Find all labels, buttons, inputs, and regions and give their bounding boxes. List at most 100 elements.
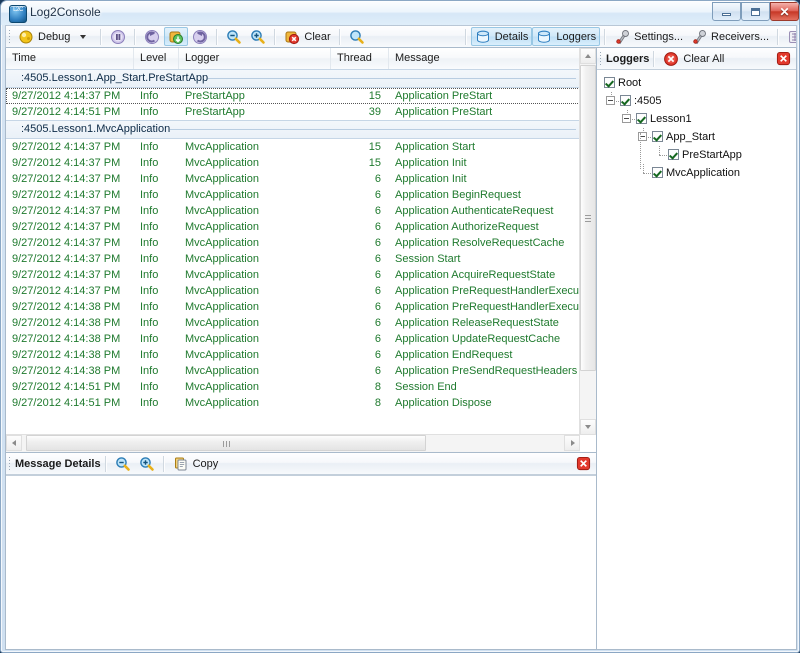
tree-node-checkbox[interactable] (620, 95, 631, 106)
pause-button[interactable] (106, 27, 130, 46)
minimize-button[interactable] (712, 2, 741, 21)
column-header-level[interactable]: Level (134, 48, 179, 69)
loggers-toggle[interactable]: Loggers (532, 27, 601, 46)
tree-node-lesson1[interactable]: Lesson1 (600, 110, 796, 128)
column-header-thread[interactable]: Thread (331, 48, 389, 69)
clear-all-button[interactable]: Clear All (659, 49, 728, 68)
toolbar-grip[interactable] (8, 29, 11, 44)
cell-thread: 6 (374, 333, 381, 345)
tools-button[interactable] (783, 27, 796, 46)
table-row[interactable]: 9/27/2012 4:14:37 PM Info MvcApplication 6 A… (6, 267, 582, 283)
tree-collapse-icon[interactable] (622, 114, 631, 123)
tree-node-app-start[interactable]: App_Start (600, 128, 796, 146)
h-scroll-thumb-grip (222, 441, 230, 447)
tree-node-root[interactable]: Root (600, 74, 796, 92)
close-loggers-button[interactable] (776, 51, 791, 66)
back-button[interactable] (140, 27, 164, 46)
table-row[interactable]: 9/27/2012 4:14:38 PM Info MvcApplication 6 A… (6, 315, 582, 331)
log-level-selector[interactable]: Debug (14, 27, 96, 46)
settings-button[interactable]: Settings... (610, 27, 687, 46)
loggers-tree[interactable]: Root:4505 Lesson1 App_Start PreStartApp MvcA… (597, 70, 796, 649)
details-copy-button[interactable]: Copy (169, 454, 223, 473)
close-details-button[interactable] (576, 456, 591, 471)
column-header-message[interactable]: Message (389, 48, 582, 69)
receivers-button[interactable]: Receivers... (687, 27, 773, 46)
chevron-up-icon (585, 54, 591, 58)
message-details-content[interactable] (6, 475, 596, 649)
toolbar-separator (464, 28, 467, 45)
table-row[interactable]: 9/27/2012 4:14:37 PM Info MvcApplication 15… (6, 155, 582, 171)
table-row[interactable]: 9/27/2012 4:14:37 PM Info MvcApplication 6 A… (6, 171, 582, 187)
zoom-in-button[interactable] (246, 27, 270, 46)
table-row[interactable]: 9/27/2012 4:14:37 PM Info MvcApplication 15… (6, 139, 582, 155)
table-row[interactable]: 9/27/2012 4:14:37 PM Info MvcApplication 6 A… (6, 235, 582, 251)
chevron-down-icon[interactable] (80, 34, 87, 39)
cell-logger: MvcApplication (185, 141, 259, 153)
cell-level: Info (140, 301, 159, 313)
table-row[interactable]: 9/27/2012 4:14:51 PM Info MvcApplication 8 A… (6, 395, 582, 411)
cell-time: 9/27/2012 4:14:38 PM (12, 317, 121, 329)
details-toggle[interactable]: Details (470, 27, 533, 46)
close-button[interactable]: ✕ (770, 2, 799, 21)
tree-node-checkbox[interactable] (668, 149, 679, 160)
scroll-right-button[interactable] (564, 435, 580, 451)
cell-level: Info (140, 90, 159, 102)
vertical-scroll-thumb[interactable] (580, 65, 596, 371)
tree-node-checkbox[interactable] (636, 113, 647, 124)
tree-node-mvcapplication[interactable]: MvcApplication (600, 164, 796, 182)
cell-message: Application UpdateRequestCache (395, 333, 561, 345)
tree-collapse-icon[interactable] (606, 96, 615, 105)
table-row[interactable]: 9/27/2012 4:14:51 PM Info PreStartApp 39 App… (6, 104, 582, 120)
log-group-header[interactable]: :4505.Lesson1.App_Start.PreStartApp (6, 69, 582, 88)
table-row[interactable]: 9/27/2012 4:14:37 PM Info MvcApplication 6 A… (6, 187, 582, 203)
client-area: Debug Clear Details Loggers Settings... … (5, 25, 797, 650)
title-bar[interactable]: Log2Console ✕ (1, 1, 799, 25)
cell-time: 9/27/2012 4:14:37 PM (12, 205, 121, 217)
scroll-down-button[interactable] (580, 419, 596, 435)
tree-node-checkbox[interactable] (652, 167, 663, 178)
cell-thread: 6 (374, 205, 381, 217)
cell-time: 9/27/2012 4:14:37 PM (12, 173, 121, 185)
details-zoom-out-button[interactable] (111, 454, 135, 473)
app-icon (9, 5, 27, 23)
horizontal-scroll-thumb[interactable] (26, 435, 426, 451)
table-row[interactable]: 9/27/2012 4:14:37 PM Info MvcApplication 6 S… (6, 251, 582, 267)
table-row[interactable]: 9/27/2012 4:14:38 PM Info MvcApplication 6 A… (6, 347, 582, 363)
scroll-up-button[interactable] (580, 48, 596, 64)
table-row[interactable]: 9/27/2012 4:14:37 PM Info MvcApplication 6 A… (6, 203, 582, 219)
scroll-left-button[interactable] (6, 435, 22, 451)
loggers-toolbar-grip[interactable] (599, 51, 602, 66)
auto-scroll-button[interactable] (164, 27, 189, 46)
cell-level: Info (140, 253, 159, 265)
cell-logger: MvcApplication (185, 333, 259, 345)
cell-thread: 15 (368, 90, 381, 102)
table-row[interactable]: 9/27/2012 4:14:38 PM Info MvcApplication 6 A… (6, 299, 582, 315)
details-zoom-in-button[interactable] (135, 454, 159, 473)
table-row[interactable]: 9/27/2012 4:14:37 PM Info MvcApplication 6 A… (6, 219, 582, 235)
column-header-logger[interactable]: Logger (179, 48, 331, 69)
tree-node-checkbox[interactable] (652, 131, 663, 142)
tree-node-checkbox[interactable] (604, 77, 615, 88)
log-list-vertical-scrollbar[interactable] (579, 48, 596, 435)
cell-time: 9/27/2012 4:14:38 PM (12, 349, 121, 361)
cell-time: 9/27/2012 4:14:51 PM (12, 106, 121, 118)
search-button[interactable] (345, 27, 369, 46)
forward-button[interactable] (188, 27, 212, 46)
details-toolbar-grip[interactable] (8, 456, 11, 471)
table-row[interactable]: 9/27/2012 4:14:37 PM Info MvcApplication 6 A… (6, 283, 582, 299)
clear-button[interactable]: Clear (280, 27, 334, 46)
table-row[interactable]: 9/27/2012 4:14:38 PM Info MvcApplication 6 A… (6, 331, 582, 347)
maximize-button[interactable] (741, 2, 770, 21)
table-row[interactable]: 9/27/2012 4:14:51 PM Info MvcApplication 8 S… (6, 379, 582, 395)
table-row[interactable]: 9/27/2012 4:14:38 PM Info MvcApplication 6 A… (6, 363, 582, 379)
column-header-time[interactable]: Time (6, 48, 134, 69)
cell-time: 9/27/2012 4:14:37 PM (12, 189, 121, 201)
table-row[interactable]: 9/27/2012 4:14:37 PM Info PreStartApp 15 App… (6, 88, 582, 104)
tree-node-label: Lesson1 (650, 113, 692, 125)
cell-message: Application Start (395, 141, 476, 153)
tree-node--4505[interactable]: :4505 (600, 92, 796, 110)
tree-node-prestartapp[interactable]: PreStartApp (600, 146, 796, 164)
zoom-out-button[interactable] (222, 27, 246, 46)
maximize-icon (742, 3, 769, 20)
log-group-header[interactable]: :4505.Lesson1.MvcApplication (6, 120, 582, 139)
